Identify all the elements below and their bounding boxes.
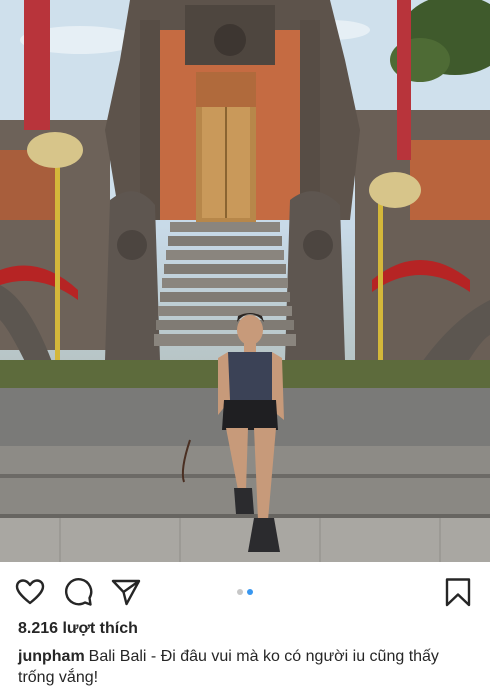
carousel-indicator [237, 589, 253, 595]
paper-plane-icon [111, 579, 141, 606]
post-action-bar [0, 568, 490, 616]
carousel-dot-active [247, 589, 253, 595]
temple-photo-illustration [0, 0, 490, 562]
post-photo[interactable] [0, 0, 490, 562]
comment-bubble-icon [65, 578, 93, 606]
instagram-post: 8.216 lượt thích junpham Bali Bali - Đi đ… [0, 0, 490, 692]
post-caption: junpham Bali Bali - Đi đâu vui mà ko có n… [18, 646, 478, 688]
heart-icon [15, 579, 45, 605]
save-button[interactable] [442, 576, 474, 608]
bookmark-icon [445, 578, 471, 607]
carousel-dot [237, 589, 243, 595]
comment-button[interactable] [62, 576, 94, 608]
caption-username[interactable]: junpham [18, 648, 85, 665]
like-button[interactable] [14, 576, 46, 608]
likes-count[interactable]: 8.216 lượt thích [18, 620, 138, 638]
share-button[interactable] [110, 576, 142, 608]
